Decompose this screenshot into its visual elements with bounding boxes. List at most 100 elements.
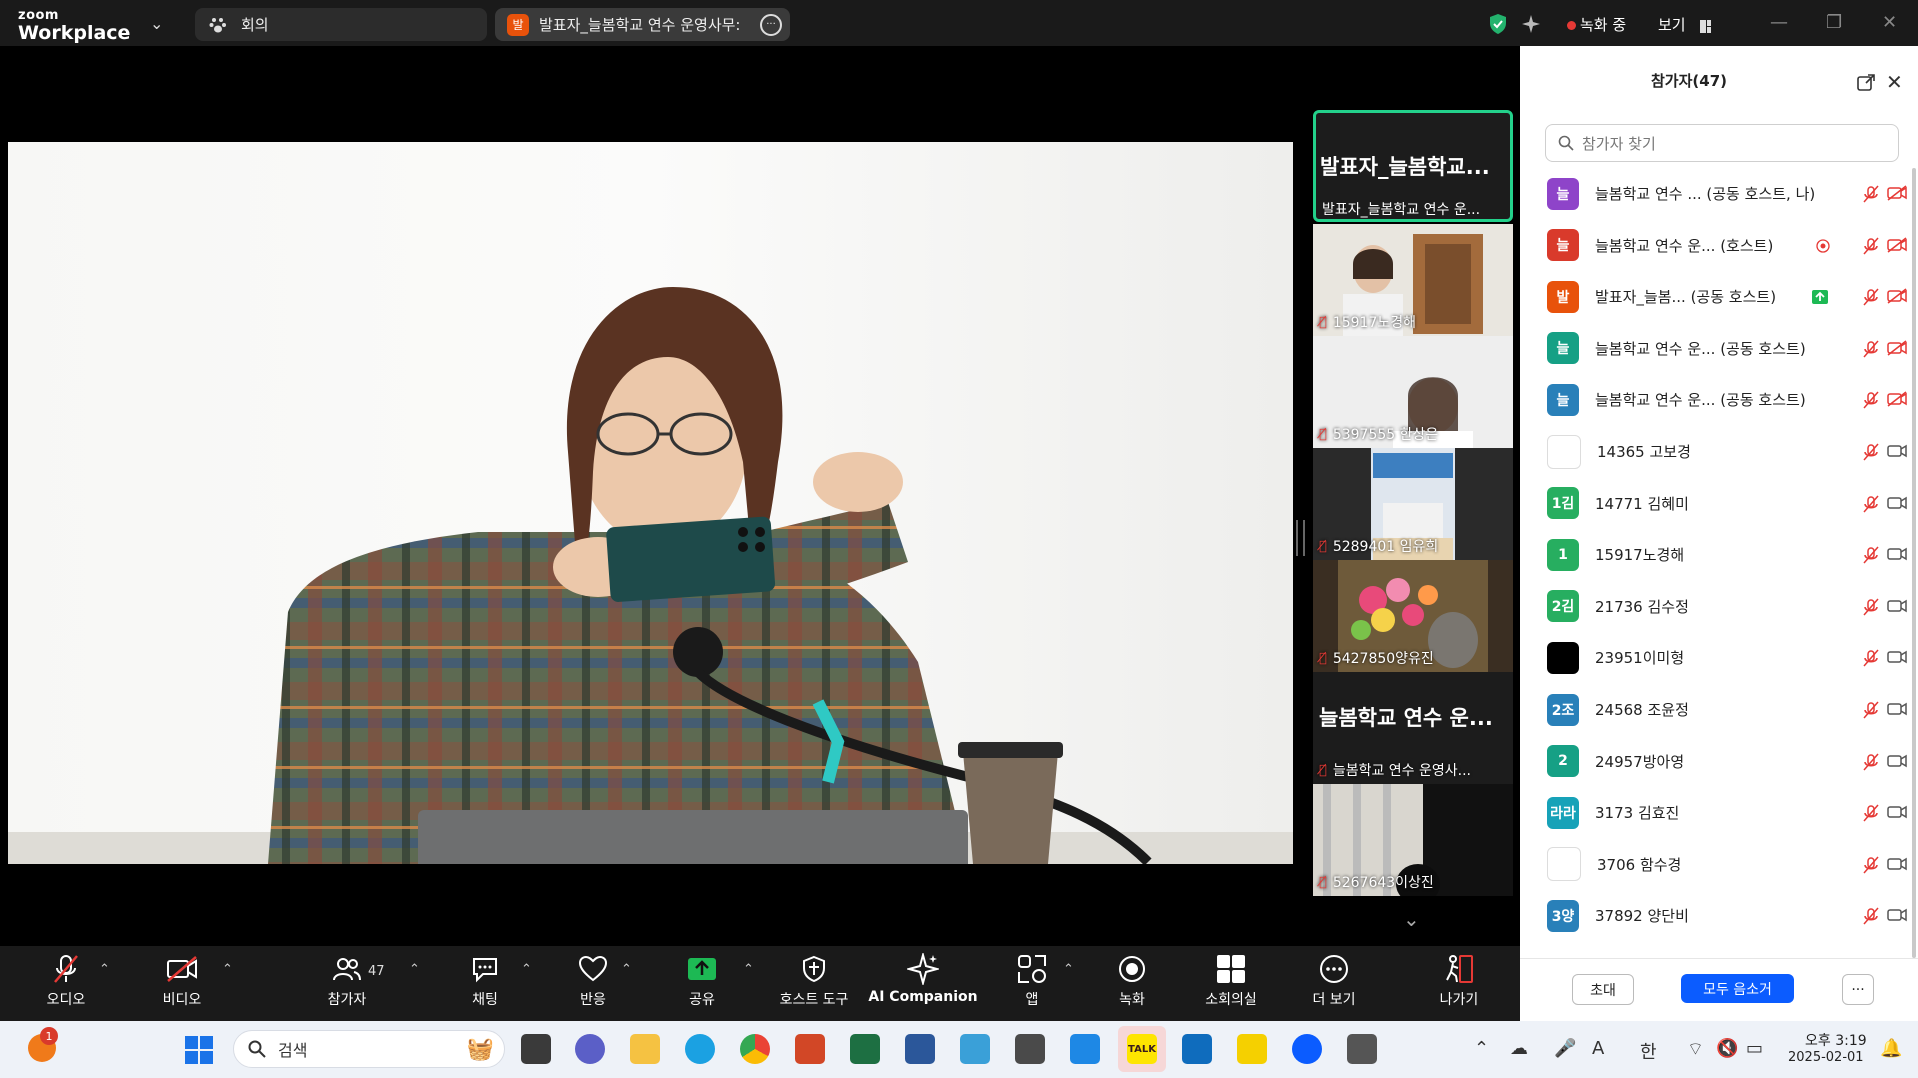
volume-muted-icon[interactable]: 🔇	[1716, 1038, 1738, 1059]
participant-search-input[interactable]: 참가자 찾기	[1545, 124, 1899, 162]
word-icon[interactable]	[905, 1034, 935, 1064]
participant-row[interactable]: 1 15917노경해	[1520, 529, 1907, 580]
participant-row[interactable]: 3706 함수경	[1520, 839, 1907, 890]
share-button[interactable]: 공유	[657, 952, 747, 1009]
close-panel-icon[interactable]: ✕	[1886, 70, 1903, 94]
app-icon[interactable]	[1182, 1034, 1212, 1064]
thumbnail-name-only[interactable]: 늘봄학교 연수 운... 🎙̸ 늘봄학교 연수 운영사...	[1313, 672, 1513, 784]
encryption-shield-icon[interactable]	[1488, 13, 1508, 39]
reactions-options-caret-icon[interactable]: ⌃	[621, 962, 632, 977]
participants-options-caret-icon[interactable]: ⌃	[409, 962, 420, 977]
teams-chat-icon[interactable]	[575, 1034, 605, 1064]
panel-more-button[interactable]: ···	[1842, 974, 1874, 1005]
view-layout-icon[interactable]	[1700, 18, 1711, 33]
mute-all-button[interactable]: 모두 음소거	[1681, 974, 1794, 1003]
minimize-icon[interactable]: —	[1770, 12, 1788, 33]
sticky-notes-icon[interactable]	[1237, 1034, 1267, 1064]
mic-muted-icon[interactable]	[1862, 701, 1880, 723]
camera-icon[interactable]	[1887, 701, 1907, 721]
app-icon[interactable]	[1347, 1034, 1377, 1064]
show-hidden-icons-chevron-icon[interactable]: ⌃	[1474, 1038, 1489, 1059]
close-window-icon[interactable]: ✕	[1882, 12, 1897, 33]
windows-start-icon[interactable]	[185, 1036, 213, 1068]
camera-off-icon[interactable]	[1887, 185, 1907, 205]
snipping-tool-icon[interactable]	[960, 1034, 990, 1064]
apps-button[interactable]: 앱	[987, 952, 1077, 1009]
mic-muted-icon[interactable]	[1862, 753, 1880, 775]
ai-sparkle-icon[interactable]	[1520, 13, 1542, 39]
audio-options-caret-icon[interactable]: ⌃	[99, 962, 110, 977]
battery-icon[interactable]: ▭	[1746, 1038, 1763, 1059]
participant-row[interactable]: 늘 늘봄학교 연수 운... (공동 호스트)	[1520, 323, 1907, 374]
video-button[interactable]: 비디오	[137, 952, 227, 1009]
chat-options-caret-icon[interactable]: ⌃	[521, 962, 532, 977]
mic-muted-icon[interactable]	[1862, 598, 1880, 620]
breakout-rooms-button[interactable]: 소회의실	[1186, 952, 1276, 1009]
microphone-icon[interactable]: 🎤	[1554, 1038, 1576, 1059]
participant-row[interactable]: 늘 늘봄학교 연수 ... (공동 호스트, 나)	[1520, 168, 1907, 219]
ai-companion-button[interactable]: AI Companion	[868, 952, 978, 1005]
mic-muted-icon[interactable]	[1862, 804, 1880, 826]
mic-muted-icon[interactable]	[1862, 546, 1880, 568]
leave-button[interactable]: 나가기	[1414, 952, 1504, 1009]
restore-icon[interactable]: ❐	[1826, 12, 1842, 33]
task-view-icon[interactable]	[521, 1034, 551, 1064]
thumbnail-video[interactable]: 🎙̸ 5267643이상진	[1313, 784, 1513, 896]
mic-muted-icon[interactable]	[1862, 443, 1880, 465]
mic-muted-icon[interactable]	[1862, 856, 1880, 878]
split-resize-handle[interactable]	[1296, 520, 1305, 556]
camera-icon[interactable]	[1887, 598, 1907, 618]
view-menu[interactable]: 보기	[1658, 14, 1686, 35]
participant-row[interactable]: 2조 24568 조윤정	[1520, 684, 1907, 735]
participant-row[interactable]: 늘 늘봄학교 연수 운... (공동 호스트)	[1520, 374, 1907, 425]
participants-button[interactable]: 참가자	[302, 952, 392, 1009]
calculator-icon[interactable]	[1015, 1034, 1045, 1064]
mic-muted-icon[interactable]	[1862, 340, 1880, 362]
participant-row[interactable]: 23951이미형	[1520, 632, 1907, 683]
panel-scrollbar[interactable]	[1912, 168, 1916, 958]
camera-off-icon[interactable]	[1887, 237, 1907, 257]
kakaotalk-icon[interactable]: TALK	[1127, 1034, 1157, 1064]
camera-icon[interactable]	[1887, 443, 1907, 463]
edge-icon[interactable]	[685, 1034, 715, 1064]
audio-button[interactable]: 오디오	[21, 952, 111, 1009]
camera-icon[interactable]	[1887, 649, 1907, 669]
thumbnail-video[interactable]: 🎙̸ 5397555 한상은	[1313, 336, 1513, 448]
tab-presenter[interactable]: 발 발표자_늘봄학교 연수 운영사무: ···	[495, 8, 790, 41]
camera-icon[interactable]	[1887, 495, 1907, 515]
participant-row[interactable]: 라라 3173 김효진	[1520, 787, 1907, 838]
mic-muted-icon[interactable]	[1862, 391, 1880, 413]
notepad-icon[interactable]	[1070, 1034, 1100, 1064]
participant-row[interactable]: 발 발표자_늘봄... (공동 호스트)	[1520, 271, 1907, 322]
invite-button[interactable]: 초대	[1572, 974, 1634, 1005]
camera-off-icon[interactable]	[1887, 340, 1907, 360]
camera-icon[interactable]	[1887, 856, 1907, 876]
reactions-button[interactable]: 반응	[548, 952, 638, 1009]
chat-button[interactable]: 채팅	[440, 952, 530, 1009]
camera-icon[interactable]	[1887, 804, 1907, 824]
participant-row[interactable]: 3양 37892 양단비	[1520, 890, 1907, 941]
mic-muted-icon[interactable]	[1862, 907, 1880, 929]
more-button[interactable]: 더 보기	[1289, 952, 1379, 1009]
recording-status[interactable]: 녹화 중	[1580, 14, 1626, 35]
taskbar-search-input[interactable]: 검색 🧺	[233, 1030, 505, 1068]
powerpoint-icon[interactable]	[795, 1034, 825, 1064]
excel-icon[interactable]	[850, 1034, 880, 1064]
thumbnail-video[interactable]: 🎙̸ 5427850양유진	[1313, 560, 1513, 672]
camera-off-icon[interactable]	[1887, 391, 1907, 411]
record-button[interactable]: 녹화	[1087, 952, 1177, 1009]
host-tools-button[interactable]: 호스트 도구	[769, 952, 859, 1009]
clock-time[interactable]: 오후 3:19	[1805, 1030, 1867, 1050]
mic-muted-icon[interactable]	[1862, 185, 1880, 207]
tab-meeting[interactable]: 회의	[195, 8, 487, 41]
main-speaker-video[interactable]	[8, 142, 1293, 864]
participant-row[interactable]: 2 24957방아영	[1520, 736, 1907, 787]
share-options-caret-icon[interactable]: ⌃	[743, 962, 754, 977]
thumbnail-active-speaker[interactable]: 발표자_늘봄학교... 발표자_늘봄학교 연수 운...	[1313, 110, 1513, 222]
participant-row[interactable]: 14365 고보경	[1520, 426, 1907, 477]
mic-muted-icon[interactable]	[1862, 495, 1880, 517]
chevron-down-icon[interactable]: ⌄	[150, 14, 163, 33]
notification-bell-icon[interactable]: 🔔	[1880, 1038, 1902, 1059]
more-options-icon[interactable]: ···	[760, 13, 782, 36]
wifi-icon[interactable]: ⌔	[1687, 1038, 1704, 1061]
